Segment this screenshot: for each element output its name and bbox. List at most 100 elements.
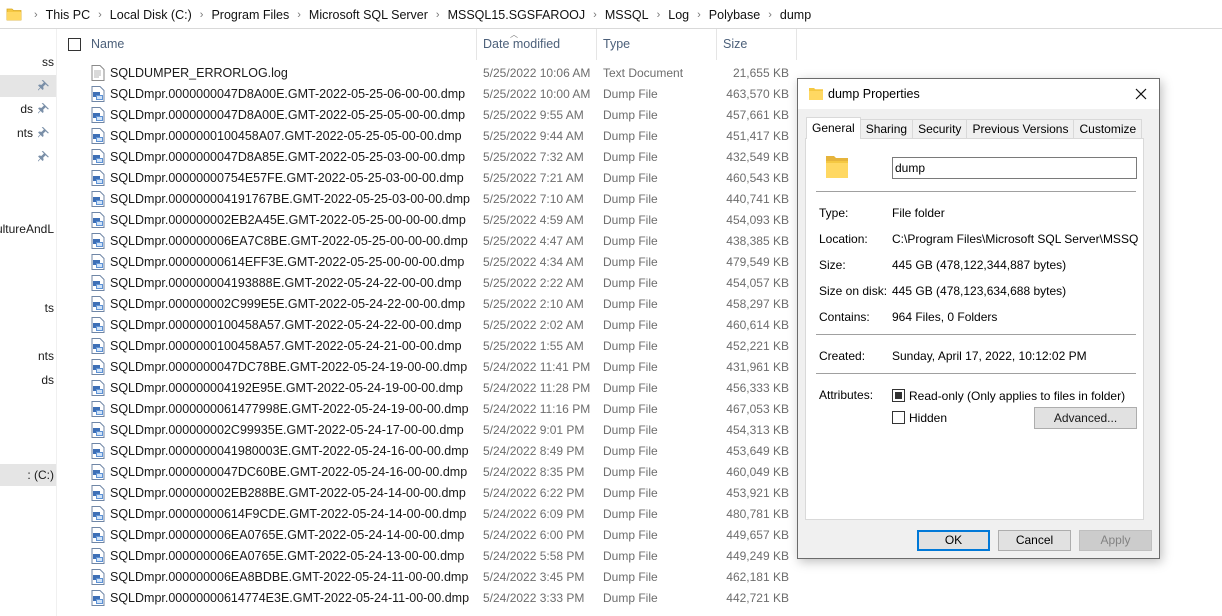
- navigation-pane[interactable]: ss ds nts ultureAndL ts nts ds: (C:): [0, 29, 57, 616]
- file-row[interactable]: SQLDmpr.00000000614774E3E.GMT-2022-05-24…: [57, 588, 802, 609]
- file-size: 442,721 KB: [726, 591, 789, 605]
- file-row[interactable]: SQLDmpr.0000000100458A57.GMT-2022-05-24-…: [57, 315, 802, 336]
- breadcrumb-item[interactable]: Polybase: [709, 8, 760, 22]
- divider: [816, 334, 1136, 335]
- nav-item[interactable]: ultureAndL: [0, 218, 56, 240]
- file-row[interactable]: SQLDmpr.000000004192E95E.GMT-2022-05-24-…: [57, 378, 802, 399]
- file-row[interactable]: SQLDmpr.0000000100458A57.GMT-2022-05-24-…: [57, 336, 802, 357]
- column-size[interactable]: Size: [717, 29, 797, 60]
- ok-button[interactable]: OK: [917, 530, 990, 551]
- pin-icon[interactable]: [38, 79, 50, 91]
- pin-icon[interactable]: [38, 126, 50, 138]
- breadcrumb-separator-icon[interactable]: ›: [192, 9, 212, 21]
- file-name: SQLDmpr.000000002EB288BE.GMT-2022-05-24-…: [110, 486, 466, 500]
- file-row[interactable]: SQLDUMPER_ERRORLOG.log 5/25/2022 10:06 AM…: [57, 63, 802, 84]
- tab-security[interactable]: Security: [912, 119, 968, 139]
- file-row[interactable]: SQLDmpr.000000002C999E5E.GMT-2022-05-24-…: [57, 294, 802, 315]
- nav-item[interactable]: nts: [0, 122, 56, 144]
- pin-icon[interactable]: [38, 102, 50, 114]
- file-row[interactable]: SQLDmpr.0000000041980003E.GMT-2022-05-24…: [57, 441, 802, 462]
- file-row[interactable]: SQLDmpr.000000002EB288BE.GMT-2022-05-24-…: [57, 483, 802, 504]
- file-row[interactable]: SQLDmpr.000000002EB2A45E.GMT-2022-05-25-…: [57, 210, 802, 231]
- breadcrumb-item[interactable]: MSSQL15.SGSFAROOJ: [448, 8, 586, 22]
- file-date-modified: 5/25/2022 7:10 AM: [483, 192, 584, 206]
- column-name[interactable]: Name: [85, 29, 477, 60]
- file-row[interactable]: SQLDmpr.000000002C99935E.GMT-2022-05-24-…: [57, 420, 802, 441]
- breadcrumb: › This PC › Local Disk (C:) › Program Files › M…: [26, 0, 811, 29]
- breadcrumb-separator-icon[interactable]: ›: [26, 9, 46, 21]
- file-row[interactable]: SQLDmpr.0000000047DC78BE.GMT-2022-05-24-…: [57, 357, 802, 378]
- column-date-modified[interactable]: Date modified: [477, 29, 597, 60]
- file-date-modified: 5/25/2022 7:32 AM: [483, 150, 584, 164]
- file-name: SQLDmpr.00000000754E57FE.GMT-2022-05-25-…: [110, 171, 464, 185]
- nav-item[interactable]: : (C:): [0, 464, 56, 486]
- file-row[interactable]: SQLDmpr.00000000614EFF3E.GMT-2022-05-25-…: [57, 252, 802, 273]
- nav-item-label: nts: [16, 126, 33, 140]
- file-date-modified: 5/24/2022 3:33 PM: [483, 591, 585, 605]
- nav-item[interactable]: ss: [0, 51, 56, 73]
- pin-icon[interactable]: [38, 150, 50, 162]
- select-all-checkbox[interactable]: [68, 38, 81, 51]
- file-list[interactable]: SQLDUMPER_ERRORLOG.log 5/25/2022 10:06 AM…: [57, 63, 802, 616]
- file-row[interactable]: SQLDmpr.000000006EA7C8BE.GMT-2022-05-25-…: [57, 231, 802, 252]
- readonly-checkbox[interactable]: [892, 389, 905, 402]
- cancel-button[interactable]: Cancel: [998, 530, 1071, 551]
- file-name: SQLDmpr.0000000100458A57.GMT-2022-05-24-…: [110, 339, 462, 353]
- breadcrumb-separator-icon[interactable]: ›: [689, 9, 709, 21]
- breadcrumb-item[interactable]: MSSQL: [605, 8, 649, 22]
- dialog-title-bar[interactable]: dump Properties: [798, 79, 1159, 109]
- breadcrumb-separator-icon[interactable]: ›: [585, 9, 605, 21]
- breadcrumb-separator-icon[interactable]: ›: [289, 9, 309, 21]
- file-type: Dump File: [603, 549, 658, 563]
- file-row[interactable]: SQLDmpr.0000000047DC60BE.GMT-2022-05-24-…: [57, 462, 802, 483]
- breadcrumb-separator-icon[interactable]: ›: [649, 9, 669, 21]
- file-row[interactable]: SQLDmpr.00000000614F9CDE.GMT-2022-05-24-…: [57, 504, 802, 525]
- close-icon[interactable]: [1129, 83, 1153, 105]
- file-row[interactable]: SQLDmpr.0000000047D8A00E.GMT-2022-05-25-…: [57, 105, 802, 126]
- breadcrumb-item[interactable]: Program Files: [211, 8, 289, 22]
- nav-item[interactable]: ds: [0, 98, 56, 120]
- file-row[interactable]: SQLDmpr.0000000061477998E.GMT-2022-05-24…: [57, 399, 802, 420]
- breadcrumb-separator-icon[interactable]: ›: [760, 9, 780, 21]
- file-row[interactable]: SQLDmpr.0000000047D8A00E.GMT-2022-05-25-…: [57, 84, 802, 105]
- file-name: SQLDmpr.0000000047D8A85E.GMT-2022-05-25-…: [110, 150, 466, 164]
- tab-customize[interactable]: Customize: [1073, 119, 1143, 139]
- breadcrumb-separator-icon[interactable]: ›: [428, 9, 448, 21]
- file-row[interactable]: SQLDmpr.000000006EA8BDBE.GMT-2022-05-24-…: [57, 567, 802, 588]
- file-row[interactable]: SQLDmpr.000000004193888E.GMT-2022-05-24-…: [57, 273, 802, 294]
- dump-file-icon: [91, 590, 105, 606]
- file-type: Dump File: [603, 318, 658, 332]
- column-type[interactable]: Type: [597, 29, 717, 60]
- apply-button[interactable]: Apply: [1079, 530, 1152, 551]
- size-on-disk-label: Size on disk:: [819, 284, 888, 298]
- advanced-button[interactable]: Advanced...: [1034, 407, 1137, 429]
- file-row[interactable]: SQLDmpr.0000000100458A07.GMT-2022-05-25-…: [57, 126, 802, 147]
- breadcrumb-item[interactable]: Microsoft SQL Server: [309, 8, 428, 22]
- tab-sharing[interactable]: Sharing: [859, 119, 914, 139]
- tab-previous-versions[interactable]: Previous Versions: [966, 119, 1075, 139]
- breadcrumb-item[interactable]: Log: [668, 8, 689, 22]
- file-row[interactable]: SQLDmpr.000000006EA0765E.GMT-2022-05-24-…: [57, 546, 802, 567]
- hidden-checkbox[interactable]: [892, 411, 905, 424]
- file-size: 462,181 KB: [726, 570, 789, 584]
- file-row[interactable]: SQLDmpr.000000004191767BE.GMT-2022-05-25…: [57, 189, 802, 210]
- breadcrumb-item[interactable]: Local Disk (C:): [110, 8, 192, 22]
- nav-item[interactable]: ds: [0, 369, 56, 391]
- tab-general[interactable]: General: [806, 117, 861, 139]
- dump-file-icon: [91, 86, 105, 102]
- file-row[interactable]: SQLDmpr.000000006EA0765E.GMT-2022-05-24-…: [57, 525, 802, 546]
- breadcrumb-separator-icon[interactable]: ›: [90, 9, 110, 21]
- nav-item[interactable]: ts: [0, 297, 56, 319]
- address-bar[interactable]: › This PC › Local Disk (C:) › Program Files › M…: [0, 0, 1222, 29]
- file-row[interactable]: SQLDmpr.0000000047D8A85E.GMT-2022-05-25-…: [57, 147, 802, 168]
- breadcrumb-item[interactable]: This PC: [46, 8, 90, 22]
- file-name: SQLDmpr.0000000047D8A00E.GMT-2022-05-25-…: [110, 87, 466, 101]
- nav-item[interactable]: [0, 146, 56, 168]
- breadcrumb-item[interactable]: dump: [780, 8, 811, 22]
- folder-name-input[interactable]: [892, 157, 1137, 179]
- file-size: 460,614 KB: [726, 318, 789, 332]
- general-tab-panel: Type: File folder Location: C:\Program F…: [805, 138, 1144, 520]
- file-row[interactable]: SQLDmpr.00000000754E57FE.GMT-2022-05-25-…: [57, 168, 802, 189]
- nav-item[interactable]: [0, 75, 56, 97]
- nav-item[interactable]: nts: [0, 345, 56, 367]
